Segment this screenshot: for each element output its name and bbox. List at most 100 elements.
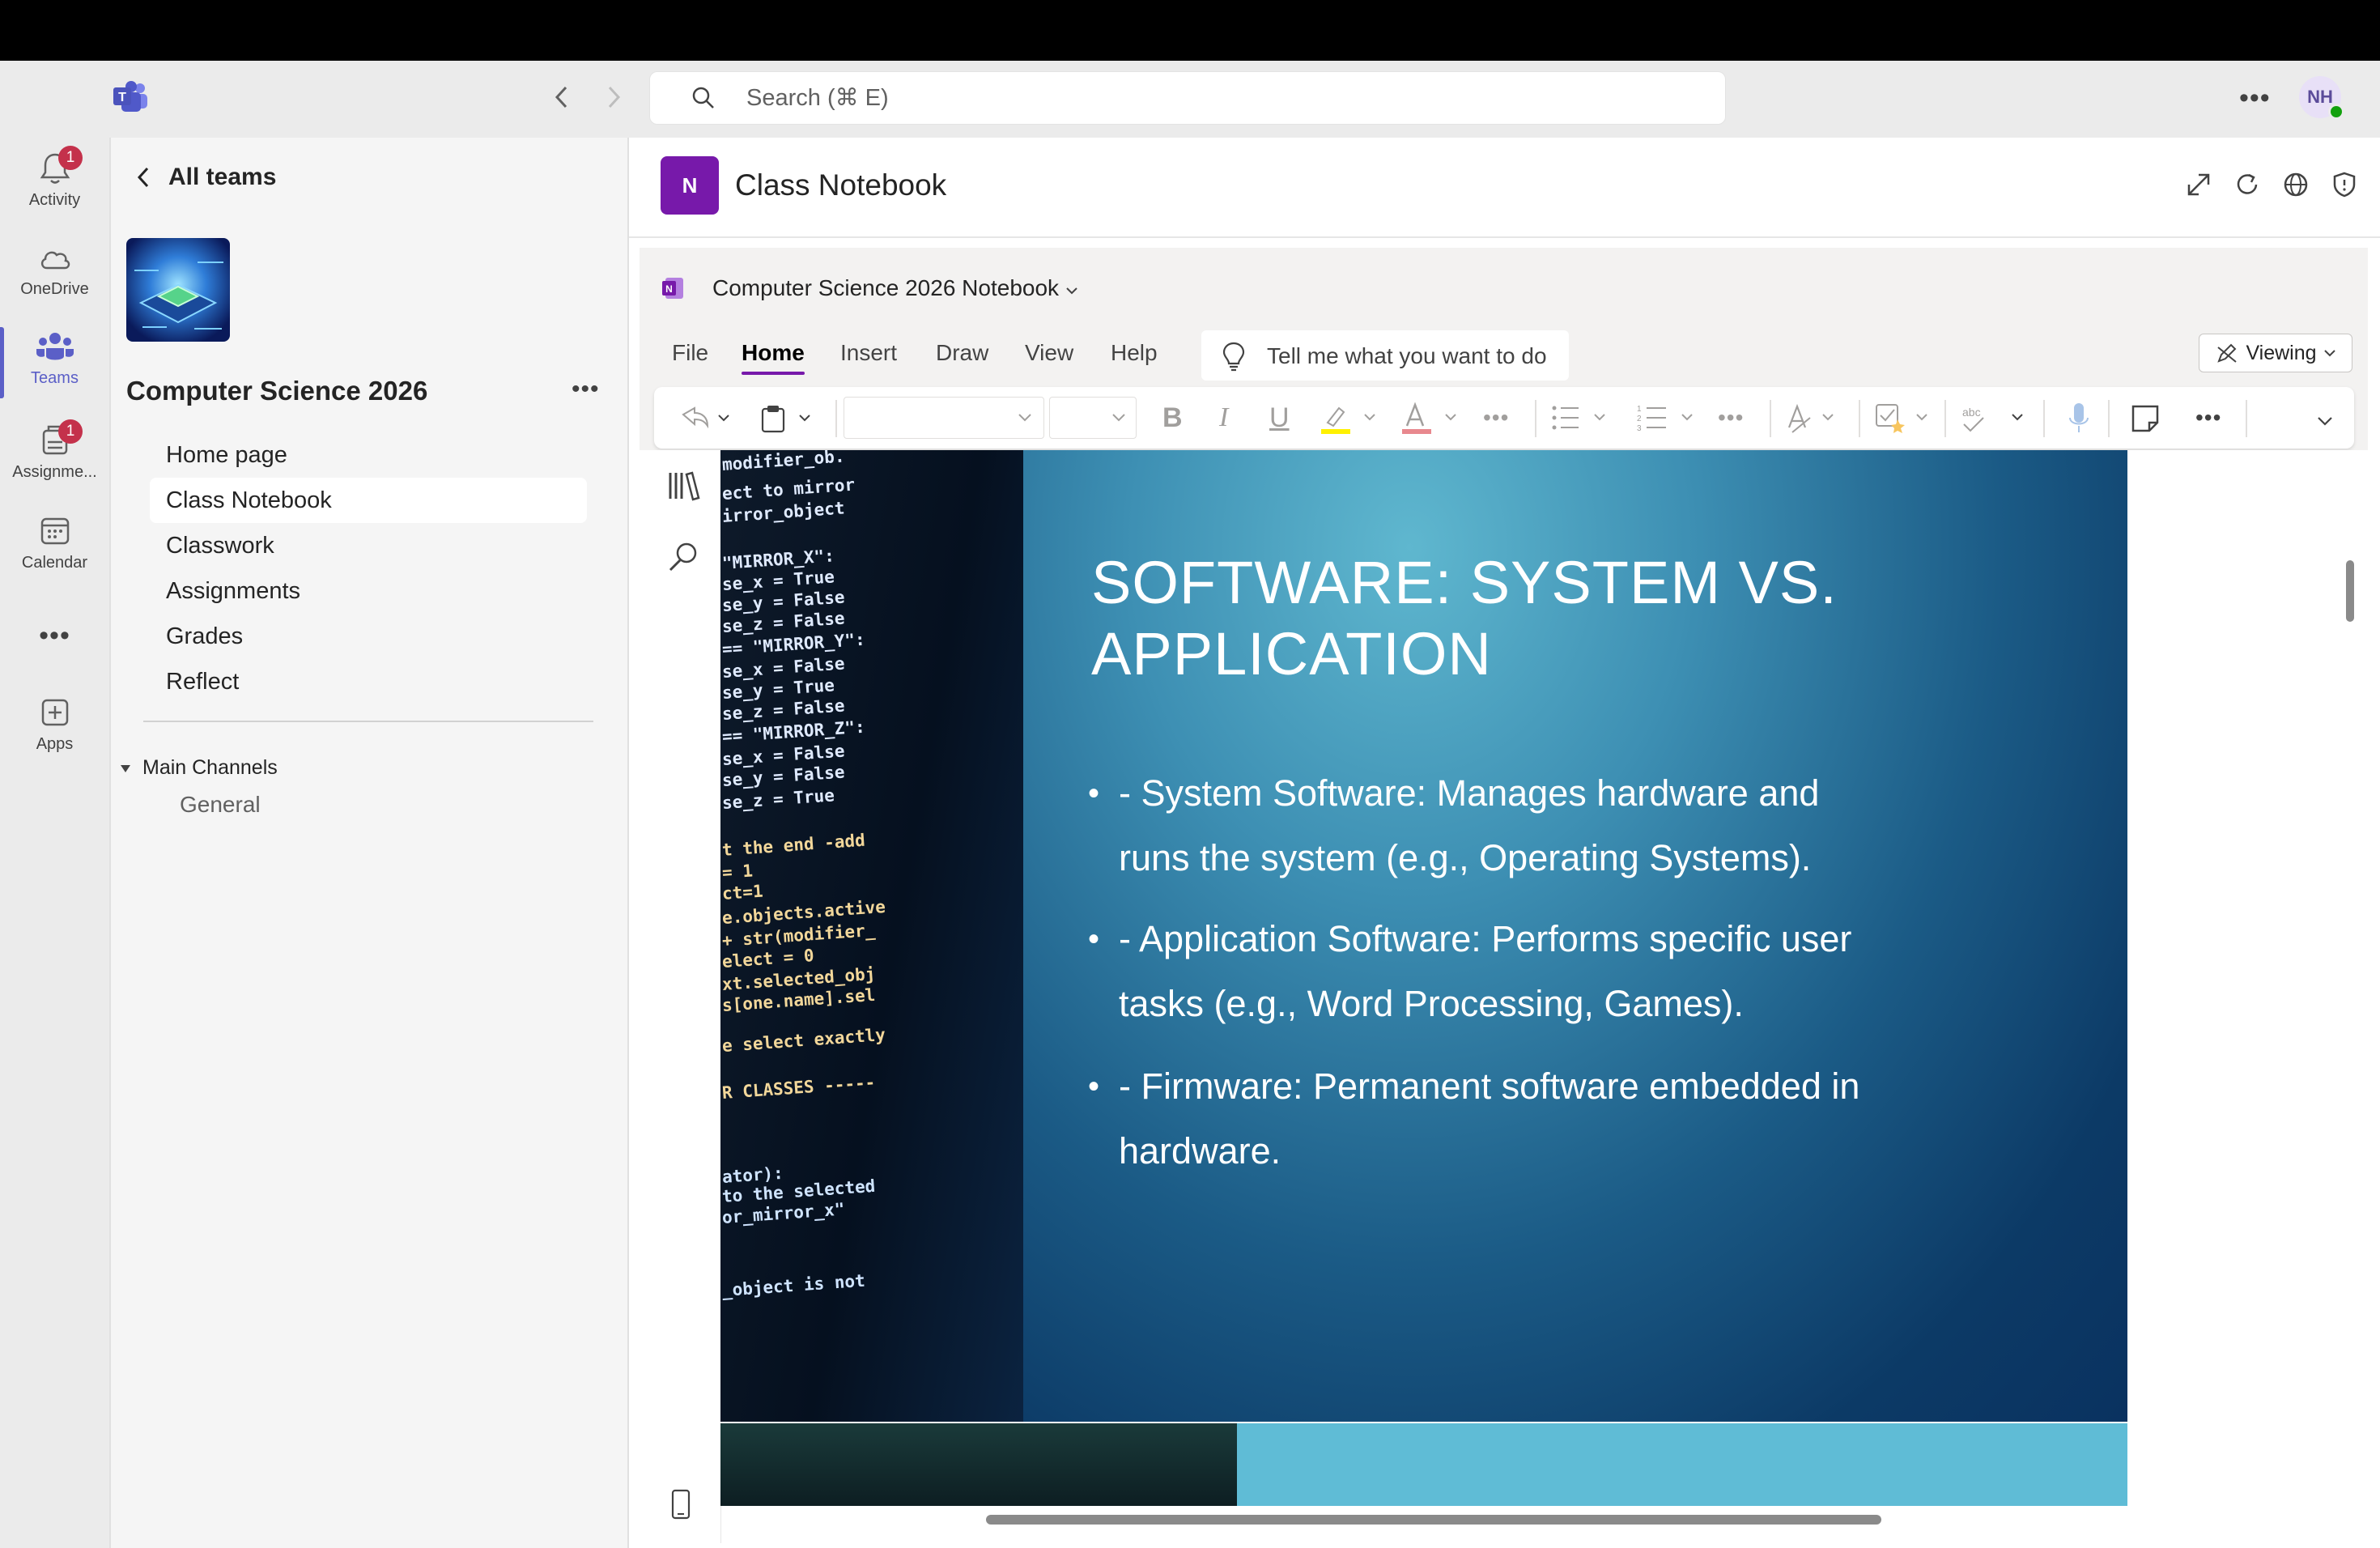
forward-arrow-icon[interactable] [597,81,630,113]
viewing-mode-dropdown[interactable]: Viewing [2199,334,2352,372]
channel-classwork[interactable]: Classwork [150,523,587,568]
slide-title: SOFTWARE: SYSTEM VS. APPLICATION [1091,547,2063,690]
code-line: ct=1 [721,881,764,904]
app-title: Class Notebook [735,168,947,202]
teams-logo-icon: T [112,81,149,113]
main-channels-label: Main Channels [142,756,278,779]
more-paragraph-options-icon[interactable]: ••• [1718,400,1744,436]
bullet-text: runs the system (e.g., Operating Systems… [1119,837,1812,878]
notification-badge: 1 [58,146,83,170]
add-app-icon [41,699,68,726]
tab-help[interactable]: Help [1111,340,1158,366]
all-teams-label: All teams [168,164,277,190]
code-line: R CLASSES ----- [721,1072,877,1103]
more-options-icon[interactable]: ••• [2239,84,2271,112]
chevron-down-icon [2323,350,2335,357]
channel-home-page[interactable]: Home page [150,432,587,478]
dictate-icon[interactable] [2066,400,2092,436]
rail-item-assignments[interactable]: Assignme... 1 [0,419,109,482]
back-arrow-icon[interactable] [546,81,578,113]
tell-me-text[interactable]: Tell me what you want to do [1267,343,1547,369]
font-family-dropdown[interactable] [844,397,1044,439]
more-commands-icon[interactable]: ••• [2195,400,2221,436]
chevron-left-icon [137,167,149,188]
main-channels-toggle[interactable]: Main Channels [120,756,278,780]
rail-item-activity[interactable]: Activity 1 [0,146,109,210]
font-size-dropdown[interactable] [1049,397,1137,439]
code-line: = 1 [721,861,754,882]
slide-code-image: modifier_ob. ect to mirror irror_object "MI… [720,450,1024,1422]
chevron-down-icon [1112,414,1125,422]
slide-title-line: APPLICATION [1091,620,1492,687]
spelling-icon[interactable]: abc [1959,400,2037,436]
shield-icon[interactable] [2328,168,2361,201]
channel-class-notebook[interactable]: Class Notebook [150,478,587,523]
tab-view[interactable]: View [1025,340,1073,366]
onenote-icon: N [661,156,719,215]
tab-insert[interactable]: Insert [840,340,897,366]
mobile-view-icon[interactable] [669,1488,693,1525]
caret-down-icon [121,764,130,772]
paste-icon[interactable] [756,400,818,436]
horizontal-scrollbar[interactable] [986,1515,1881,1525]
globe-icon[interactable] [2280,168,2312,201]
toolbar-separator [2108,400,2110,437]
teams-icon [36,333,74,360]
more-apps-icon[interactable]: ••• [0,620,109,652]
team-panel [111,138,629,1548]
italic-icon[interactable]: I [1219,400,1228,436]
rail-item-apps[interactable]: Apps [0,695,109,754]
next-slide-image [720,1423,1237,1506]
more-font-options-icon[interactable]: ••• [1483,400,1509,436]
bullets-icon[interactable] [1548,400,1613,436]
svg-text:2: 2 [1637,415,1642,423]
rail-label: Activity [28,191,81,209]
all-teams-link[interactable]: All teams [136,164,276,191]
cloud-icon [40,251,70,270]
numbering-icon[interactable]: 123 [1635,400,1700,436]
code-line: irror_object [721,498,846,526]
search-placeholder[interactable]: Search (⌘ E) [746,84,889,112]
channel-grades[interactable]: Grades [150,614,587,659]
rail-label: OneDrive [20,280,89,298]
highlight-icon[interactable] [1318,400,1383,436]
toolbar-separator [1770,400,1771,437]
toolbar-separator [2043,400,2045,437]
channel-assignments[interactable]: Assignments [150,568,587,614]
slide-bullet: • - System Software: Manages hardware an… [1088,761,1987,891]
collapse-ribbon-icon[interactable] [2315,400,2335,436]
toolbar-separator [835,400,837,437]
channel-general[interactable]: General [180,792,261,818]
rail-item-calendar[interactable]: Calendar [0,513,109,572]
rail-item-onedrive[interactable]: OneDrive [0,243,109,299]
svg-text:T: T [118,91,126,104]
notebook-switcher[interactable]: Computer Science 2026 Notebook [712,275,1078,301]
svg-text:3: 3 [1637,424,1642,433]
tab-home[interactable]: Home [742,340,805,366]
notebooks-icon[interactable] [665,468,701,508]
bullet-text: tasks (e.g., Word Processing, Games). [1119,983,1744,1024]
expand-icon[interactable] [2182,168,2215,201]
font-color-icon[interactable] [1399,400,1464,436]
tag-icon[interactable] [1872,400,1936,436]
vertical-scrollbar[interactable] [2346,560,2354,622]
underline-icon[interactable]: U [1269,400,1290,436]
code-line: _object is not [721,1270,866,1300]
rail-label: Assignme... [12,463,97,481]
refresh-icon[interactable] [2231,168,2263,201]
search-icon [690,84,717,112]
pen-icon [2217,343,2238,363]
channel-reflect[interactable]: Reflect [150,659,587,704]
search-notes-icon[interactable] [665,539,701,579]
team-avatar[interactable] [126,238,230,342]
styles-icon[interactable] [1783,400,1841,436]
svg-text:N: N [665,283,673,295]
tab-draw[interactable]: Draw [936,340,988,366]
bold-icon[interactable]: B [1162,400,1183,436]
team-more-options-icon[interactable]: ••• [572,376,600,403]
team-name: Computer Science 2026 [126,376,428,406]
undo-icon[interactable] [675,400,732,436]
tab-file[interactable]: File [672,340,708,366]
sticky-note-icon[interactable] [2129,400,2161,436]
rail-item-teams[interactable]: Teams [0,332,109,388]
